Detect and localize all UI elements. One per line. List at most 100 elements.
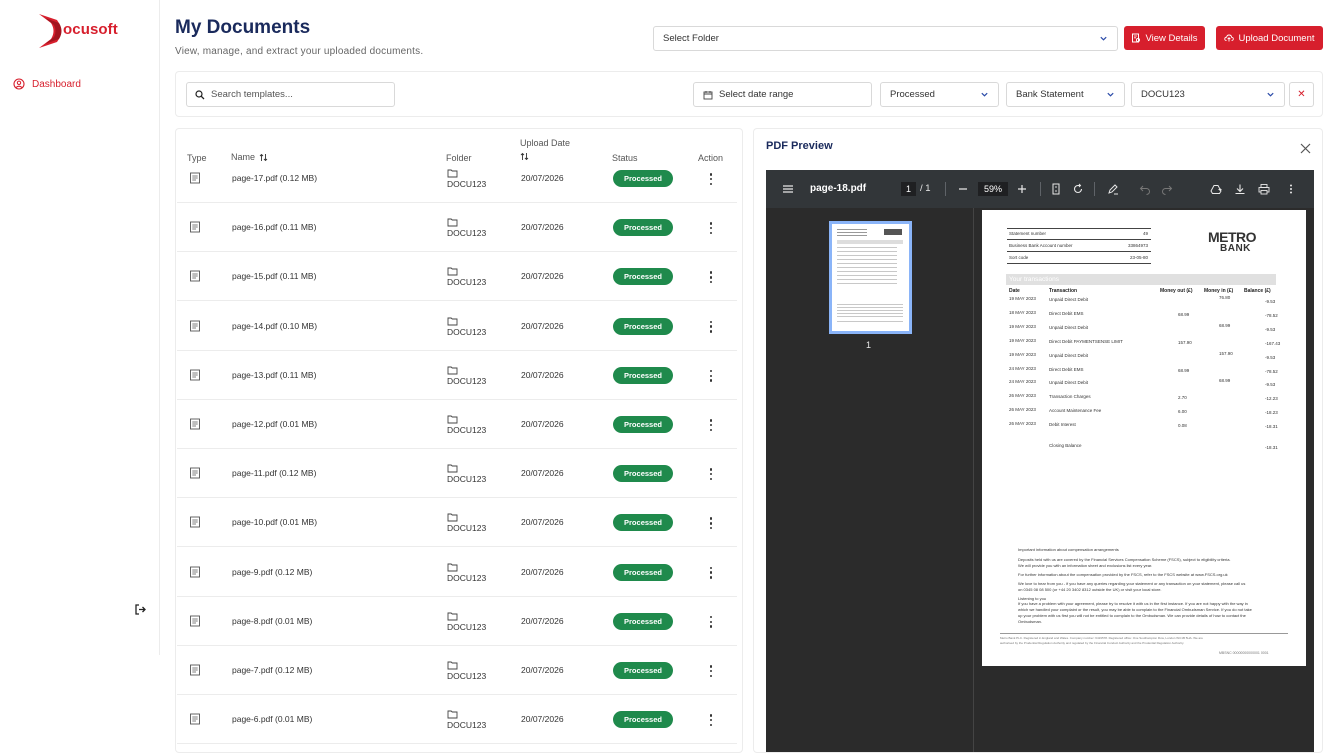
page-thumbnail[interactable] [829,221,912,334]
print-icon[interactable] [1258,183,1270,195]
page-reference-code: MBSNC 00000000000001 0001 [1219,651,1269,655]
row-actions-menu-button[interactable] [709,468,713,481]
upload-date: 20/07/2026 [521,566,564,577]
pdf-page-area: METRO BANK Your transactions Statement n… [975,208,1314,752]
folder-cell: DOCU123 [447,611,486,632]
transactions-section-title: Your transactions [1009,276,1059,283]
document-name[interactable]: page-8.pdf (0.01 MB) [232,616,312,626]
statement-field-value: 23-05-80 [1129,255,1148,260]
status-filter-select[interactable]: Processed [880,82,999,107]
document-name[interactable]: page-14.pdf (0.10 MB) [232,321,317,331]
document-name[interactable]: page-15.pdf (0.11 MB) [232,271,316,281]
transaction-date: 26 MAY 2023 [1009,421,1036,427]
transaction-balance: -12.23 [1265,396,1278,402]
upload-document-label: Upload Document [1238,32,1315,44]
transaction-date: 26 MAY 2023 [1009,407,1036,413]
close-icon[interactable] [1300,143,1311,154]
table-row[interactable]: page-9.pdf (0.12 MB) DOCU123 20/07/2026 … [177,548,737,597]
rotate-icon[interactable] [1072,183,1084,195]
sidebar-item-label: Dashboard [32,78,81,90]
transaction-date: 19 MAY 2023 [1009,351,1036,357]
date-range-picker[interactable]: Select date range [693,82,872,107]
document-type-filter-value: Bank Statement [1016,89,1084,100]
download-icon[interactable] [1234,183,1246,195]
more-vertical-icon[interactable] [1285,183,1297,195]
row-actions-menu-button[interactable] [709,566,713,579]
document-icon [190,369,200,381]
table-row[interactable]: page-8.pdf (0.01 MB) DOCU123 20/07/2026 … [177,597,737,646]
bank-logo-line-2: BANK [1220,243,1251,254]
user-circle-icon [13,78,25,90]
table-row[interactable]: page-16.pdf (0.11 MB) DOCU123 20/07/2026… [177,203,737,253]
row-actions-menu-button[interactable] [709,173,713,185]
logout-icon[interactable] [134,603,147,616]
table-row[interactable]: page-17.pdf (0.12 MB) DOCU123 20/07/2026… [177,154,737,203]
annotate-pen-icon[interactable] [1107,183,1119,195]
chevron-down-icon [1267,92,1274,97]
search-input[interactable]: Search templates... [186,82,395,107]
divider [1000,633,1288,634]
document-name[interactable]: page-12.pdf (0.01 MB) [232,419,317,429]
zoom-in-icon[interactable] [1016,183,1028,195]
clear-filters-button[interactable]: ✕ [1289,82,1314,107]
status-badge: Processed [613,317,673,335]
folder-select[interactable]: Select Folder [653,26,1118,51]
folder-icon [447,661,458,670]
document-name[interactable]: page-6.pdf (0.01 MB) [232,714,312,724]
statement-footer-text: which we handled your complaint or the r… [1018,607,1252,612]
row-actions-menu-button[interactable] [709,320,713,333]
docusoft-logo[interactable]: ocusoft [37,12,147,50]
sidebar-item-dashboard[interactable]: Dashboard [13,78,81,90]
table-row[interactable]: page-12.pdf (0.01 MB) DOCU123 20/07/2026… [177,400,737,449]
menu-icon[interactable] [782,183,794,195]
folder-icon [447,267,458,276]
document-name[interactable]: page-16.pdf (0.11 MB) [232,222,316,232]
table-row[interactable]: page-7.pdf (0.12 MB) DOCU123 20/07/2026 … [177,646,737,695]
drive-save-icon[interactable] [1210,183,1222,195]
transaction-description: Account Maintenance Fee [1049,408,1102,414]
table-row[interactable]: page-11.pdf (0.12 MB) DOCU123 20/07/2026… [177,449,737,499]
chevron-down-icon [981,92,988,97]
document-name[interactable]: page-10.pdf (0.01 MB) [232,517,317,527]
document-name[interactable]: page-9.pdf (0.12 MB) [232,567,312,577]
table-row[interactable]: page-13.pdf (0.11 MB) DOCU123 20/07/2026… [177,351,737,400]
redo-icon[interactable] [1161,183,1173,195]
row-actions-menu-button[interactable] [709,615,713,628]
document-name[interactable]: page-13.pdf (0.11 MB) [232,370,316,380]
page-number-input[interactable]: 1 [901,182,916,196]
table-row[interactable]: page-6.pdf (0.01 MB) DOCU123 20/07/2026 … [177,695,737,745]
status-badge: Processed [613,170,673,187]
document-icon [190,320,200,332]
folder-cell: DOCU123 [447,217,486,238]
row-actions-menu-button[interactable] [709,665,713,677]
fit-page-icon[interactable] [1050,183,1062,195]
upload-document-button[interactable]: Upload Document [1216,26,1323,50]
folder-name: DOCU123 [447,621,487,632]
document-type-filter-select[interactable]: Bank Statement [1006,82,1125,107]
table-row[interactable]: page-14.pdf (0.10 MB) DOCU123 20/07/2026… [177,302,737,351]
document-name[interactable]: page-7.pdf (0.12 MB) [232,665,312,675]
transaction-money-out: 6.00 [1178,409,1187,415]
undo-icon[interactable] [1139,183,1151,195]
row-actions-menu-button[interactable] [709,517,713,530]
row-actions-menu-button[interactable] [709,419,713,431]
folder-name: DOCU123 [447,425,487,435]
pdf-preview-panel: PDF Preview page-18.pdf 1 / 1 59% 1 METR… [753,128,1323,753]
row-actions-menu-button[interactable] [709,714,713,727]
document-name[interactable]: page-17.pdf (0.12 MB) [232,173,317,183]
view-details-button[interactable]: View Details [1124,26,1205,50]
folder-icon [447,169,458,178]
zoom-level-input[interactable]: 59% [978,182,1008,196]
table-row[interactable]: page-15.pdf (0.11 MB) DOCU123 20/07/2026… [177,252,737,302]
document-name[interactable]: page-11.pdf (0.12 MB) [232,468,316,478]
row-actions-menu-button[interactable] [709,271,713,284]
zoom-out-icon[interactable] [957,183,969,195]
metro-bank-logo: METRO BANK [1208,230,1257,254]
folder-code-filter-select[interactable]: DOCU123 [1131,82,1285,107]
transaction-date: 24 MAY 2023 [1009,379,1036,385]
transaction-money-in: 157.90 [1219,350,1233,356]
row-actions-menu-button[interactable] [709,369,713,382]
table-row[interactable]: page-10.pdf (0.01 MB) DOCU123 20/07/2026… [177,498,737,548]
row-actions-menu-button[interactable] [709,222,713,235]
transaction-date: 18 MAY 2023 [1009,309,1036,315]
